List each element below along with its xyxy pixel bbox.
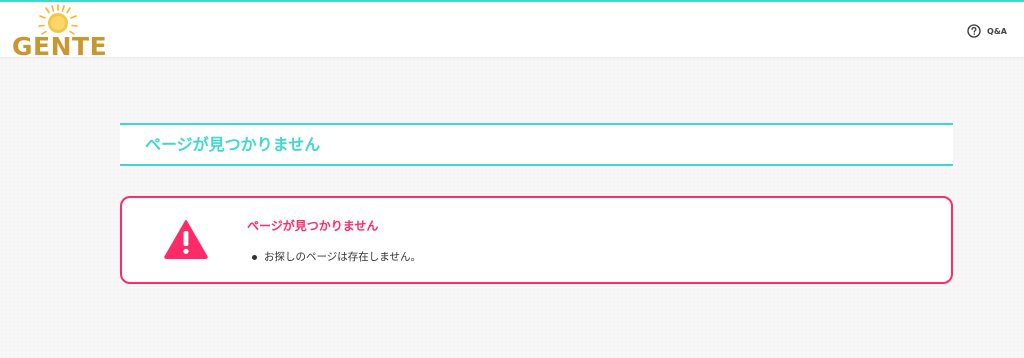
site-logo[interactable]: GENTE — [12, 4, 108, 62]
bullet-icon — [252, 255, 257, 260]
qa-label: Q&A — [987, 26, 1007, 36]
page-title: ページが見つかりません — [145, 135, 321, 154]
error-alert: ページが見つかりません お探しのページは存在しません。 — [120, 196, 953, 284]
logo-text: GENTE — [12, 32, 108, 61]
page-title-bar: ページが見つかりません — [120, 123, 953, 166]
qa-link[interactable]: Q&A — [967, 22, 1007, 40]
alert-title: ページが見つかりません — [247, 219, 379, 233]
warning-icon — [164, 220, 208, 259]
alert-message-list: お探しのページは存在しません。 — [252, 250, 421, 264]
question-circle-icon — [967, 24, 981, 38]
alert-message-text: お探しのページは存在しません。 — [264, 251, 421, 263]
alert-message-item: お探しのページは存在しません。 — [252, 250, 421, 264]
site-header: GENTE Q&A — [0, 2, 1024, 61]
